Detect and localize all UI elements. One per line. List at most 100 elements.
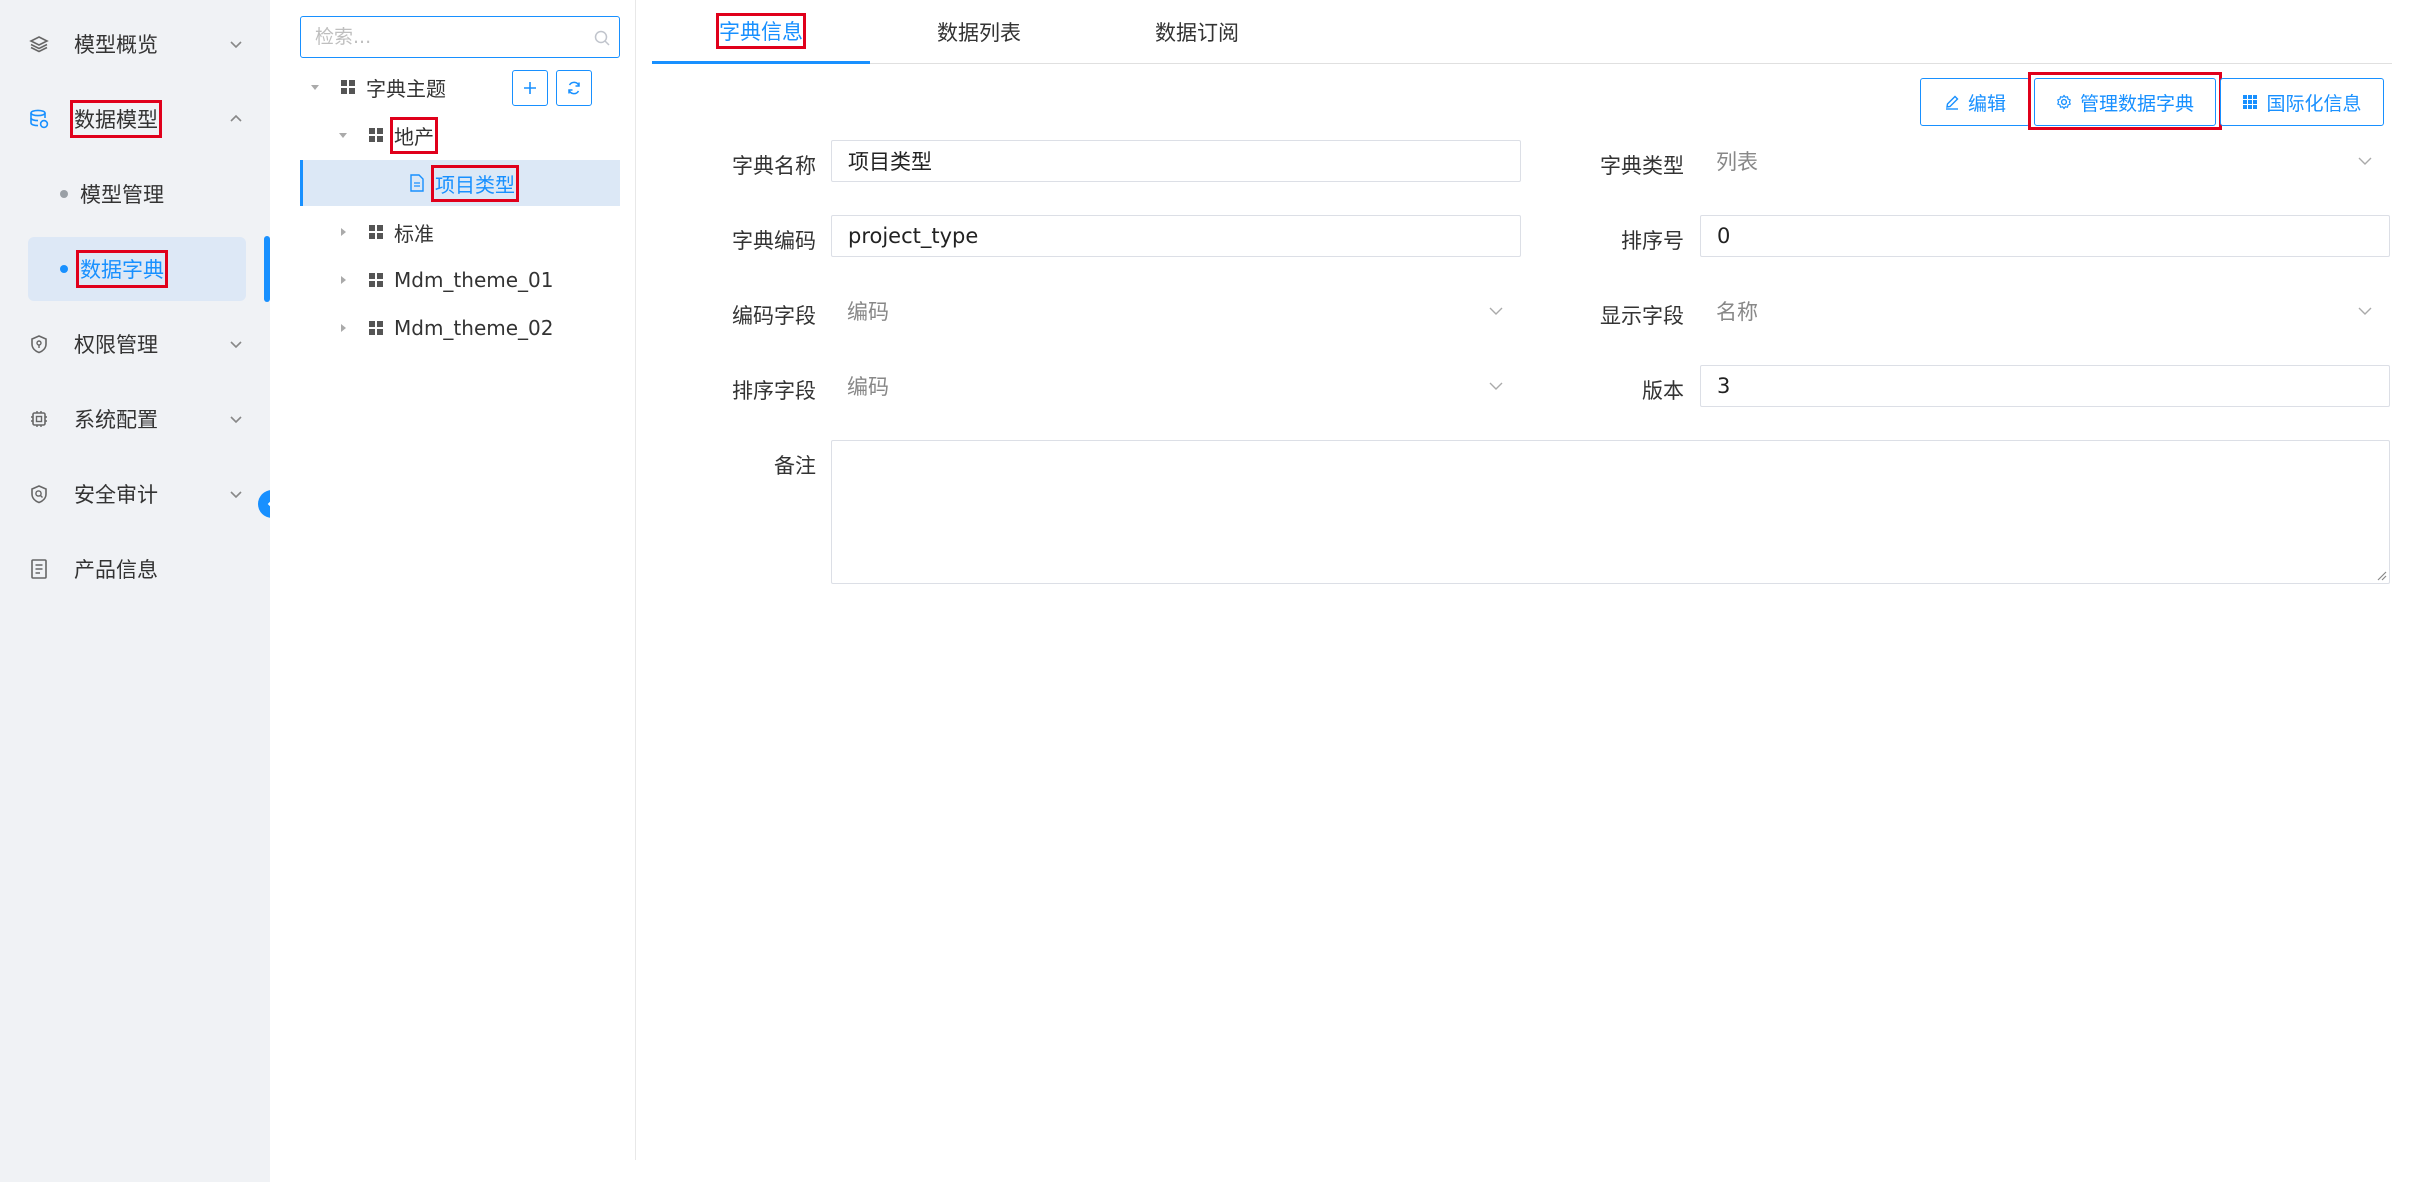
- sidebar: 模型概览 数据模型 模型管理 数据字典 权限管理 系统配置 安全审计 产品信息: [0, 0, 270, 1182]
- display-field-label: 显示字段: [1600, 304, 1684, 328]
- search-input[interactable]: [301, 17, 619, 57]
- tree-node-label: 标准: [394, 221, 434, 246]
- remark-label: 备注: [774, 454, 816, 478]
- dict-code-label: 字典编码: [732, 229, 816, 253]
- tree-node-mdm-theme-01[interactable]: Mdm_theme_01: [336, 257, 656, 303]
- dict-type-select[interactable]: 列表: [1700, 140, 2390, 182]
- tab-label: 字典信息: [716, 12, 806, 49]
- edit-icon: [1945, 95, 1959, 110]
- dict-type-value: 列表: [1716, 150, 1758, 174]
- sidebar-subitem-data-dictionary[interactable]: 数据字典: [28, 237, 246, 301]
- sidebar-subitem-label: 数据字典: [76, 250, 168, 288]
- bullet-icon: [60, 190, 68, 198]
- refresh-icon: [568, 81, 580, 95]
- sidebar-item-model-overview[interactable]: 模型概览: [28, 14, 248, 74]
- chevron-down-icon: [2358, 157, 2372, 165]
- tab-dict-info[interactable]: 字典信息: [652, 0, 870, 64]
- grid-icon: [369, 128, 383, 142]
- tab-data-list[interactable]: 数据列表: [870, 0, 1088, 64]
- tab-label: 数据列表: [937, 21, 1021, 45]
- i18n-button-label: 国际化信息: [2266, 92, 2362, 115]
- display-field-select[interactable]: 名称: [1700, 290, 2390, 332]
- tree-panel: 字典主题 地产 项目类型 标准 Mdm_theme_01 Mdm_theme_0…: [270, 0, 636, 1160]
- chevron-down-icon: [230, 491, 242, 499]
- tree-node-project-type[interactable]: 项目类型: [300, 160, 620, 206]
- grid-icon: [369, 225, 383, 239]
- sort-field-label: 排序字段: [732, 379, 816, 403]
- chevron-up-icon: [230, 114, 242, 122]
- file-icon: [410, 174, 424, 192]
- dict-type-label: 字典类型: [1600, 154, 1684, 178]
- tree-node-label: 地产: [390, 116, 438, 154]
- highlight-box: [2028, 72, 2222, 130]
- remark-textarea[interactable]: [831, 440, 2390, 584]
- dict-code-field[interactable]: project_type: [831, 215, 1521, 257]
- document-icon: [28, 558, 50, 580]
- tab-label: 数据订阅: [1155, 21, 1239, 45]
- code-field-value: 编码: [847, 300, 889, 324]
- chevron-down-icon: [1489, 382, 1503, 390]
- bullet-icon: [60, 265, 68, 273]
- sidebar-item-security-audit[interactable]: 安全审计: [28, 464, 248, 524]
- sidebar-item-label: 权限管理: [74, 333, 158, 357]
- database-icon: [28, 108, 50, 130]
- display-field-value: 名称: [1716, 300, 1758, 324]
- tree-node-label: 项目类型: [431, 164, 519, 202]
- chevron-down-icon: [230, 416, 242, 424]
- sidebar-subitem-model-management[interactable]: 模型管理: [28, 162, 246, 226]
- chip-icon: [28, 408, 50, 430]
- plus-icon: [524, 82, 536, 94]
- chevron-down-icon: [2358, 307, 2372, 315]
- shield-icon: [28, 333, 50, 355]
- resize-grip-icon[interactable]: [2375, 569, 2387, 581]
- version-label: 版本: [1642, 379, 1684, 403]
- tree-node-label: 字典主题: [366, 76, 446, 101]
- caret-right-icon[interactable]: [336, 273, 350, 287]
- code-field-label: 编码字段: [732, 304, 816, 328]
- caret-down-icon[interactable]: [336, 128, 350, 142]
- sidebar-item-system-config[interactable]: 系统配置: [28, 389, 248, 449]
- sort-field-value: 编码: [847, 375, 889, 399]
- sort-field-select[interactable]: 编码: [831, 365, 1521, 407]
- sidebar-item-label: 模型概览: [74, 33, 158, 57]
- code-field-select[interactable]: 编码: [831, 290, 1521, 332]
- sidebar-item-product-info[interactable]: 产品信息: [28, 539, 248, 599]
- caret-down-icon[interactable]: [308, 80, 322, 94]
- refresh-button[interactable]: [556, 70, 592, 106]
- grid-icon: [369, 273, 383, 287]
- tab-data-subscription[interactable]: 数据订阅: [1088, 0, 1306, 64]
- edit-button[interactable]: 编辑: [1920, 78, 2030, 126]
- grid-icon: [369, 321, 383, 335]
- tree-node-label: Mdm_theme_02: [394, 316, 554, 340]
- dict-name-field[interactable]: 项目类型: [831, 140, 1521, 182]
- sidebar-subitem-label: 模型管理: [80, 183, 164, 207]
- edit-button-label: 编辑: [1967, 92, 2006, 115]
- dict-name-label: 字典名称: [732, 154, 816, 178]
- tree-search[interactable]: [300, 16, 620, 58]
- sidebar-item-label: 系统配置: [74, 408, 158, 432]
- sidebar-item-data-model[interactable]: 数据模型: [28, 89, 248, 149]
- caret-right-icon[interactable]: [336, 321, 350, 335]
- chevron-down-icon: [1489, 307, 1503, 315]
- sidebar-item-permission[interactable]: 权限管理: [28, 314, 248, 374]
- sort-no-label: 排序号: [1621, 229, 1684, 253]
- add-button[interactable]: [512, 70, 548, 106]
- chevron-down-icon: [230, 41, 242, 49]
- grid-icon: [2243, 95, 2258, 109]
- tree-node-label: Mdm_theme_01: [394, 268, 554, 292]
- sort-no-field[interactable]: 0: [1700, 215, 2390, 257]
- caret-right-icon[interactable]: [336, 225, 350, 239]
- layers-icon: [28, 33, 50, 55]
- version-field[interactable]: 3: [1700, 365, 2390, 407]
- grid-icon: [341, 80, 355, 94]
- audit-shield-icon: [28, 483, 50, 505]
- chevron-down-icon: [230, 341, 242, 349]
- tree-node-real-estate[interactable]: 地产: [336, 112, 656, 158]
- sidebar-item-label: 产品信息: [74, 558, 158, 582]
- tree-node-mdm-theme-02[interactable]: Mdm_theme_02: [336, 305, 656, 351]
- sidebar-item-label: 数据模型: [70, 100, 162, 138]
- tree-node-standard[interactable]: 标准: [336, 209, 656, 255]
- search-icon[interactable]: [593, 29, 611, 47]
- i18n-info-button[interactable]: 国际化信息: [2220, 78, 2384, 126]
- sidebar-item-label: 安全审计: [74, 483, 158, 507]
